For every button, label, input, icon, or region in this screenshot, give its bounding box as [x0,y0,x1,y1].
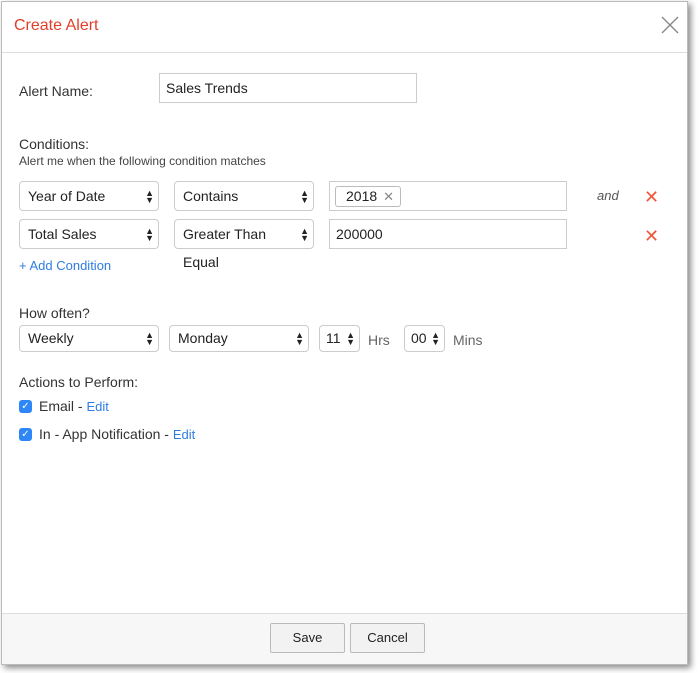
in-app-notification-label: In - App Notification - [39,426,173,442]
sort-arrows-icon: ▲ ▼ [300,226,309,243]
sort-arrows-icon: ▲ ▼ [145,226,154,243]
condition-1-field-select[interactable]: Year of Date ▲ ▼ [19,181,159,211]
how-often-heading: How often? [19,305,90,321]
in-app-notification-action: In - App Notification - Edit [39,426,195,442]
dialog-footer: Save Cancel [2,613,687,664]
value-tag: 2018 ✕ [335,186,402,207]
save-button[interactable]: Save [270,623,345,653]
condition-1-operator-select[interactable]: Contains ▲ ▼ [174,181,314,211]
sort-arrows-icon: ▲ ▼ [300,188,309,205]
remove-tag-icon[interactable]: ✕ [383,189,394,204]
condition-2-operator-select[interactable]: Greater Than Equal ▲ ▼ [174,219,314,270]
sort-arrows-icon: ▲ ▼ [431,330,440,347]
dialog-header: Create Alert [2,2,687,53]
condition-2-field-select[interactable]: Total Sales ▲ ▼ [19,219,159,249]
email-label: Email - [39,398,87,414]
condition-2-value-input[interactable]: 200000 [329,219,567,249]
conditions-heading: Conditions: [19,136,90,152]
selected-value: Total Sales [28,226,97,242]
alert-name-label: Alert Name: [19,83,93,99]
condition-1-value-input[interactable]: 2018 ✕ [329,181,567,211]
add-condition-link[interactable]: + Add Condition [19,258,111,273]
selected-value: 00 [411,330,427,346]
delete-condition-1-icon[interactable]: ✕ [644,187,659,208]
hours-label: Hrs [368,332,390,348]
conditions-subtitle: Alert me when the following condition ma… [19,154,266,168]
in-app-edit-link[interactable]: Edit [173,427,195,442]
email-edit-link[interactable]: Edit [86,399,108,414]
sort-arrows-icon: ▲ ▼ [145,188,154,205]
close-icon[interactable] [659,14,681,36]
sort-arrows-icon: ▲ ▼ [295,330,304,347]
sort-arrows-icon: ▲ ▼ [145,330,154,347]
selected-value: Weekly [28,330,74,346]
and-connector: and [597,188,619,203]
alert-name-input[interactable]: Sales Trends [159,73,417,103]
sort-arrows-icon: ▲ ▼ [346,330,355,347]
minutes-select[interactable]: 00 ▲ ▼ [404,325,445,352]
in-app-notification-checkbox[interactable]: ✓ [19,428,32,441]
frequency-select[interactable]: Weekly ▲ ▼ [19,325,159,352]
selected-value: Monday [178,330,228,346]
hours-select[interactable]: 11 ▲ ▼ [319,325,360,352]
cancel-button[interactable]: Cancel [350,623,425,653]
email-action: Email - Edit [39,398,109,414]
day-select[interactable]: Monday ▲ ▼ [169,325,309,352]
create-alert-dialog: Create Alert Alert Name: Sales Trends Co… [1,1,688,665]
selected-value: Greater Than Equal [183,226,267,270]
selected-value: Year of Date [28,188,106,204]
selected-value: 11 [326,330,341,346]
tag-label: 2018 [346,188,378,204]
dialog-title: Create Alert [14,17,99,34]
minutes-label: Mins [453,332,483,348]
delete-condition-2-icon[interactable]: ✕ [644,226,659,247]
selected-value: Contains [183,188,239,204]
email-checkbox[interactable]: ✓ [19,400,32,413]
actions-heading: Actions to Perform: [19,374,139,390]
